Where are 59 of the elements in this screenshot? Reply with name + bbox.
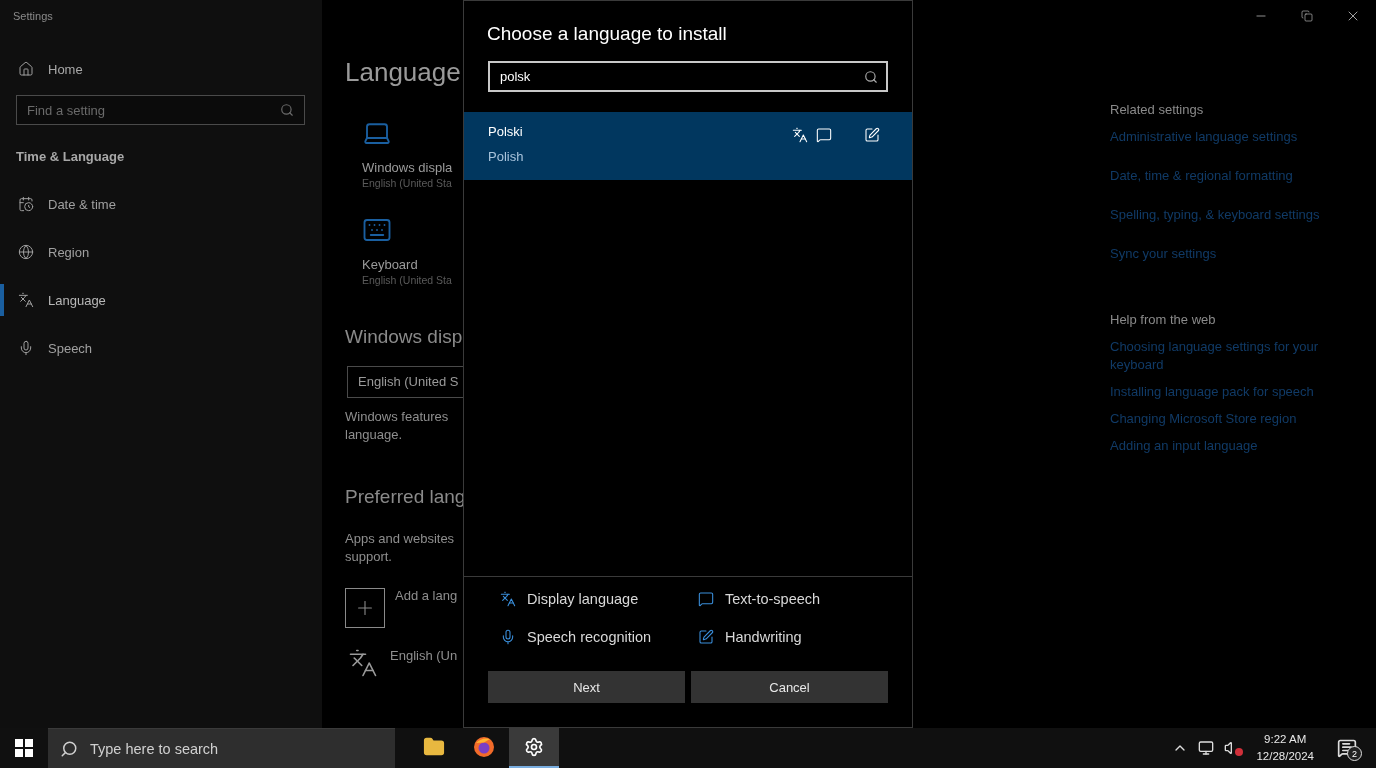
home-link[interactable]: Home bbox=[16, 61, 306, 77]
legend-label: Text-to-speech bbox=[725, 591, 821, 607]
search-field[interactable]: polsk bbox=[488, 61, 888, 92]
description: Windows features language. bbox=[345, 408, 450, 444]
section-heading: Related settings bbox=[1110, 102, 1205, 117]
legend-label: Speech recognition bbox=[527, 629, 652, 645]
nav-item[interactable]: Speech bbox=[16, 338, 306, 358]
language-icon bbox=[18, 292, 34, 308]
tile-subtitle: English (United Sta bbox=[362, 274, 453, 286]
search-icon bbox=[864, 69, 878, 84]
microphone-icon bbox=[500, 629, 516, 645]
taskbar-app[interactable] bbox=[509, 728, 559, 768]
legend-label: Handwriting bbox=[725, 629, 802, 645]
section-heading: Help from the web bbox=[1110, 312, 1217, 327]
language-icon bbox=[792, 127, 808, 143]
language-result[interactable]: Polski Polish bbox=[464, 112, 912, 180]
description: Apps and websites support. bbox=[345, 530, 456, 566]
notifications-button[interactable]: 2 bbox=[1330, 734, 1364, 762]
volume-icon[interactable] bbox=[1224, 740, 1241, 756]
add-language-label: Add a lang bbox=[395, 588, 458, 605]
cancel-button[interactable]: Cancel bbox=[691, 671, 888, 703]
add-button[interactable] bbox=[345, 588, 385, 628]
search-field[interactable]: Find a setting bbox=[16, 95, 305, 125]
search-icon bbox=[60, 739, 78, 758]
search-icon bbox=[280, 103, 294, 117]
home-icon bbox=[18, 61, 34, 77]
window-title: Settings bbox=[13, 10, 54, 22]
nav-item[interactable]: Region bbox=[16, 242, 306, 262]
selection-indicator bbox=[0, 284, 4, 316]
legend-label: Display language bbox=[527, 591, 639, 607]
next-button[interactable]: Next bbox=[488, 671, 685, 703]
language-icon bbox=[500, 591, 516, 607]
calendar-clock-icon bbox=[18, 196, 34, 212]
nav-item[interactable]: Date & time bbox=[16, 194, 306, 214]
taskbar-search[interactable]: Type here to search bbox=[48, 728, 395, 768]
folder-icon bbox=[423, 736, 445, 758]
clock[interactable]: 9:22 AM 12/28/2024 bbox=[1250, 731, 1320, 765]
nav-item[interactable]: Language bbox=[16, 290, 306, 310]
microphone-icon bbox=[18, 340, 34, 356]
network-icon[interactable] bbox=[1198, 740, 1215, 756]
section-title: Time & Language bbox=[16, 149, 126, 164]
tile-title: Keyboard bbox=[362, 257, 419, 272]
search-input[interactable]: polsk bbox=[500, 69, 864, 84]
language-name: English (Un bbox=[390, 648, 458, 665]
windows-icon bbox=[15, 739, 33, 757]
restore-icon bbox=[1301, 10, 1313, 22]
speech-bubble-icon bbox=[816, 127, 832, 143]
tile-subtitle: English (United Sta bbox=[362, 177, 453, 189]
section-heading: Windows disp bbox=[345, 326, 463, 348]
dialog-title: Choose a language to install bbox=[486, 22, 728, 45]
browser-icon bbox=[472, 735, 496, 759]
settings-icon bbox=[524, 737, 544, 757]
speech-bubble-icon bbox=[698, 591, 714, 607]
globe-icon bbox=[18, 244, 34, 260]
pen-icon bbox=[864, 127, 880, 143]
pen-icon bbox=[698, 629, 714, 645]
language-icon bbox=[348, 648, 378, 678]
tile-title: Windows displa bbox=[362, 160, 454, 175]
page-title: Language bbox=[345, 57, 462, 88]
